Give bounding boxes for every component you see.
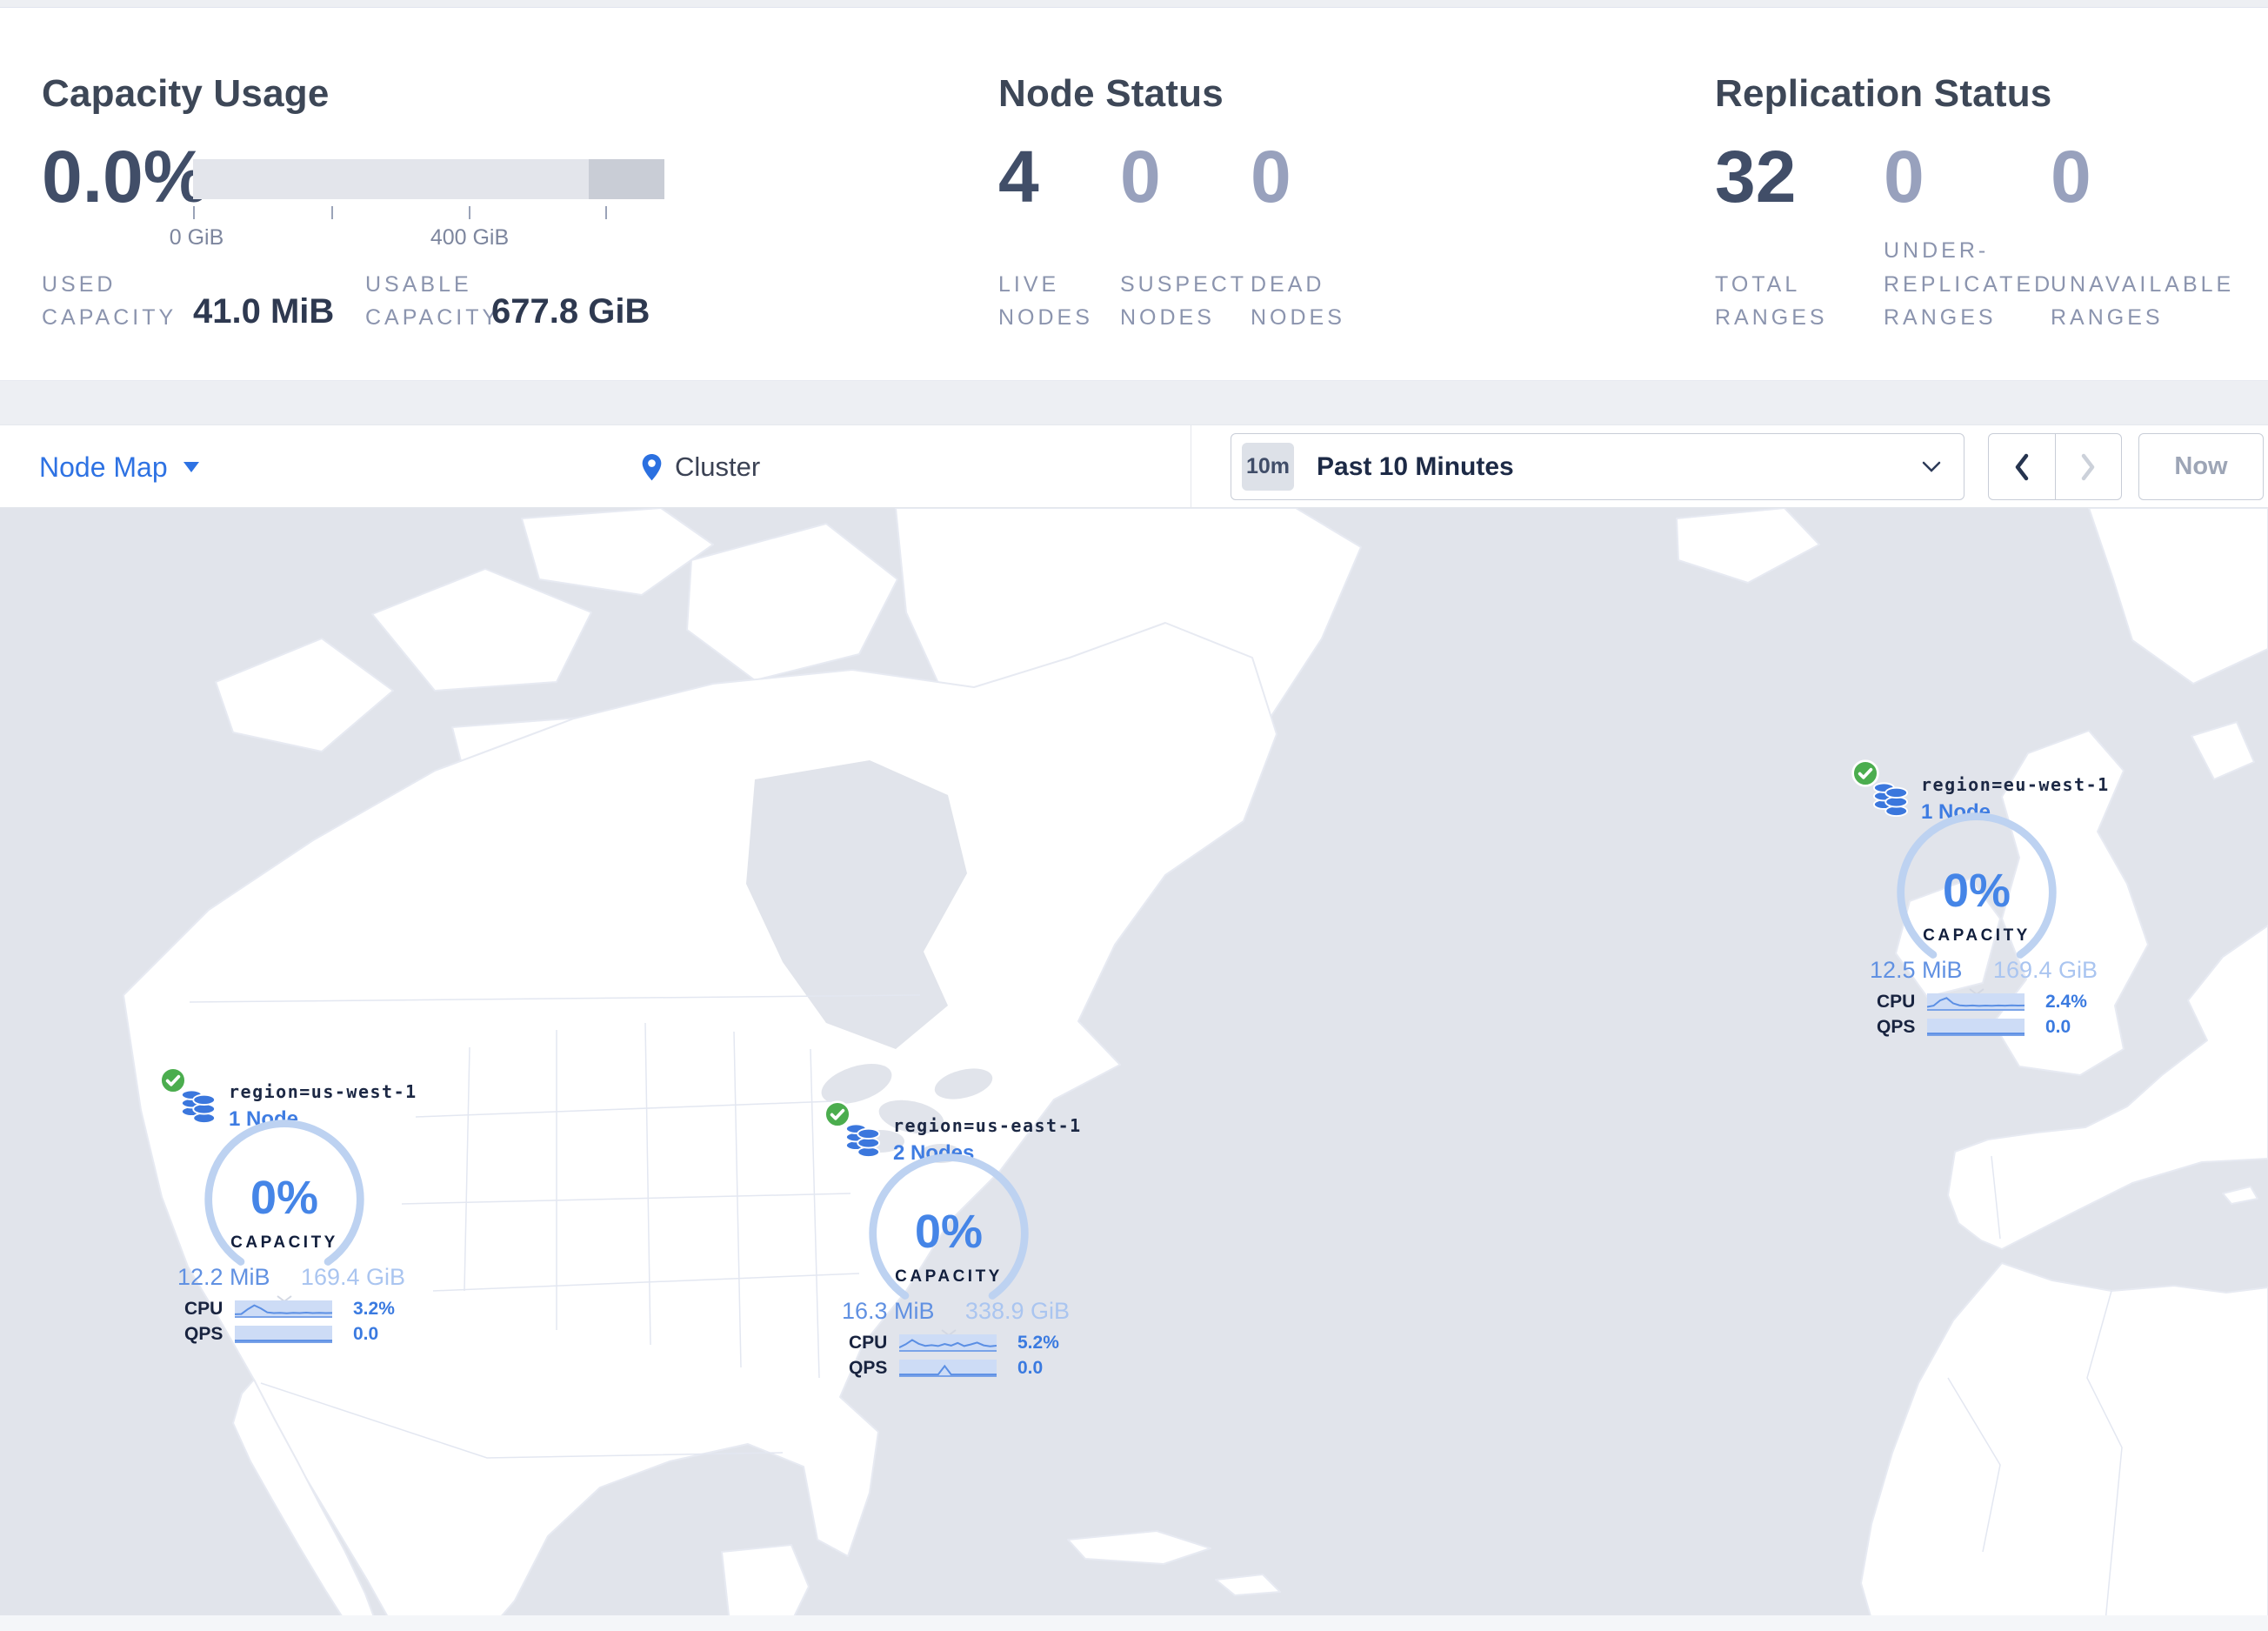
used-capacity-value: 41.0 MiB <box>193 292 335 331</box>
map-footer-strip <box>0 1615 2268 1631</box>
suspect-nodes-label: SUSPECT NODES <box>1120 271 1247 331</box>
capacity-used-value: 12.2 MiB <box>177 1264 270 1290</box>
under-replicated-ranges-label: UNDER-REPLICATED RANGES <box>1884 237 2054 331</box>
live-nodes-label: LIVE NODES <box>998 271 1093 331</box>
capacity-total-value: 338.9 GiB <box>964 1298 1070 1324</box>
time-range-label: Past 10 Minutes <box>1317 451 1514 481</box>
capacity-total-value: 169.4 GiB <box>300 1264 405 1290</box>
region-label: region=us-west-1 <box>229 1081 417 1102</box>
capacity-used-value: 16.3 MiB <box>842 1298 935 1324</box>
used-capacity-label: USED CAPACITY <box>42 271 177 331</box>
now-button[interactable]: Now <box>2138 433 2264 500</box>
region-marker-us-west-1[interactable]: region=us-west-1 1 Node 0% CAPACITY 12.2… <box>158 1066 419 1356</box>
qps-value: 0.0 <box>2045 1017 2071 1037</box>
qps-stat-row: QPS 0.0 <box>1877 1017 2103 1038</box>
cpu-stat-row: CPU 2.4% <box>1877 992 2103 1013</box>
capacity-axis-tick <box>331 206 333 219</box>
cpu-label: CPU <box>849 1333 888 1353</box>
qps-sparkline <box>235 1326 332 1343</box>
qps-sparkline <box>899 1360 997 1377</box>
capacity-usage-bar <box>193 159 664 199</box>
cluster-summary-bar: Capacity Usage 0.0% 0 GiB 400 GiB USED C… <box>0 7 2268 381</box>
unavailable-ranges-value: 0 <box>2051 136 2091 217</box>
usable-capacity-label: USABLE CAPACITY <box>365 271 501 331</box>
capacity-used-value: 12.5 MiB <box>1870 957 1963 983</box>
location-pin-icon <box>642 453 662 480</box>
qps-value: 0.0 <box>353 1324 379 1344</box>
view-selector-label: Node Map <box>39 451 168 483</box>
capacity-percent: 0% <box>1942 865 2011 917</box>
cpu-value: 5.2% <box>1017 1333 1059 1353</box>
capacity-caption: CAPACITY <box>895 1267 1003 1286</box>
capacity-gauge: 0% CAPACITY <box>864 1149 1033 1318</box>
capacity-usage-title: Capacity Usage <box>42 72 330 115</box>
total-ranges-value: 32 <box>1715 136 1797 217</box>
caret-down-icon <box>183 462 199 472</box>
capacity-caption: CAPACITY <box>1923 926 2031 945</box>
region-marker-us-east-1[interactable]: region=us-east-1 2 Nodes 0% CAPACITY 16.… <box>823 1100 1084 1390</box>
region-marker-eu-west-1[interactable]: region=eu-west-1 1 Node 0% CAPACITY 12.5… <box>1851 759 2111 1049</box>
live-nodes-value: 4 <box>998 136 1039 217</box>
view-selector-dropdown[interactable]: Node Map <box>39 425 199 509</box>
capacity-percent: 0% <box>914 1206 984 1258</box>
node-status-title: Node Status <box>998 72 1224 115</box>
capacity-axis-label: 400 GiB <box>430 225 510 250</box>
suspect-nodes-value: 0 <box>1120 136 1161 217</box>
cpu-value: 3.2% <box>353 1299 395 1319</box>
node-map[interactable]: region=us-west-1 1 Node 0% CAPACITY 12.2… <box>0 508 2268 1631</box>
capacity-axis-tick <box>469 206 470 219</box>
cpu-label: CPU <box>184 1299 223 1319</box>
total-ranges-label: TOTAL RANGES <box>1715 271 1828 331</box>
cpu-stat-row: CPU 3.2% <box>184 1299 410 1320</box>
capacity-axis-tick <box>605 206 607 219</box>
capacity-bar-reserved-segment <box>589 159 664 199</box>
breadcrumb[interactable]: Cluster <box>641 425 760 509</box>
capacity-axis-label: 0 GiB <box>169 225 224 250</box>
qps-stat-row: QPS 0.0 <box>184 1324 410 1345</box>
qps-label: QPS <box>184 1324 223 1344</box>
qps-stat-row: QPS 0.0 <box>849 1358 1075 1379</box>
under-replicated-ranges-value: 0 <box>1884 136 1924 217</box>
time-forward-button[interactable] <box>2056 434 2122 499</box>
cpu-sparkline <box>235 1300 332 1318</box>
qps-sparkline <box>1927 1019 2025 1036</box>
time-back-button[interactable] <box>1989 434 2056 499</box>
time-pager <box>1988 433 2122 500</box>
unavailable-ranges-label: UNAVAILABLE RANGES <box>2051 271 2235 331</box>
cpu-sparkline <box>899 1334 997 1352</box>
chevron-left-icon <box>2015 453 2028 480</box>
cpu-stat-row: CPU 5.2% <box>849 1333 1075 1354</box>
capacity-gauge: 0% CAPACITY <box>1892 808 2061 977</box>
qps-value: 0.0 <box>1017 1358 1044 1378</box>
capacity-total-value: 169.4 GiB <box>1992 957 2098 983</box>
capacity-percent-value: 0.0% <box>42 136 209 217</box>
chevron-down-icon <box>1922 461 1941 473</box>
chevron-right-icon <box>2082 453 2095 480</box>
map-toolbar: Node Map Cluster 10m Past 10 Minutes Now <box>0 424 2268 509</box>
cpu-sparkline <box>1927 993 2025 1011</box>
time-range-dropdown[interactable]: 10m Past 10 Minutes <box>1231 433 1964 500</box>
capacity-axis-tick <box>193 206 195 219</box>
qps-label: QPS <box>849 1358 888 1378</box>
region-label: region=eu-west-1 <box>1921 774 2110 795</box>
cpu-value: 2.4% <box>2045 992 2087 1012</box>
breadcrumb-label: Cluster <box>675 451 761 482</box>
region-label: region=us-east-1 <box>893 1115 1082 1136</box>
dead-nodes-label: DEAD NODES <box>1251 271 1345 331</box>
capacity-gauge: 0% CAPACITY <box>200 1115 369 1284</box>
dead-nodes-value: 0 <box>1251 136 1291 217</box>
replication-status-title: Replication Status <box>1715 72 2052 115</box>
cpu-label: CPU <box>1877 992 1916 1012</box>
usable-capacity-value: 677.8 GiB <box>491 292 650 331</box>
capacity-percent: 0% <box>250 1172 319 1224</box>
time-scale-badge: 10m <box>1242 443 1294 491</box>
qps-label: QPS <box>1877 1017 1916 1037</box>
capacity-caption: CAPACITY <box>230 1233 338 1252</box>
